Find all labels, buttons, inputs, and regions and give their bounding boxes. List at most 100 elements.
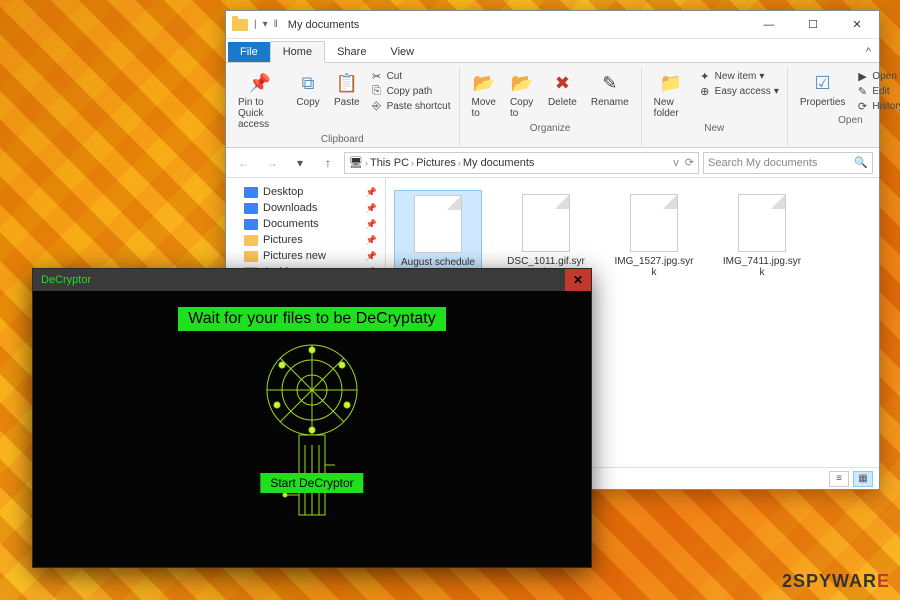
file-icon — [522, 194, 570, 252]
pin-icon: 📌 — [366, 187, 377, 198]
tab-file[interactable]: File — [228, 42, 270, 62]
cut-button[interactable]: ✂Cut — [370, 69, 451, 83]
crumb-current[interactable]: My documents — [463, 157, 535, 169]
view-icons-button[interactable]: ▦ — [853, 471, 873, 487]
open-icon: ▶ — [855, 69, 869, 83]
crumb-sep: › — [411, 158, 414, 168]
moveto-label: Move to — [472, 97, 496, 119]
history-icon: ⟳ — [855, 99, 869, 113]
new-item-button[interactable]: ✦New item ▾ — [698, 69, 779, 83]
folder-icon — [244, 203, 258, 214]
qat-dropdown-icon[interactable]: ▾ — [263, 19, 268, 30]
group-label-clipboard: Clipboard — [321, 134, 364, 145]
nav-up-button[interactable]: ↑ — [316, 151, 340, 175]
open-label: Open — [872, 71, 896, 82]
tree-label: Pictures — [263, 234, 303, 246]
tree-label: Documents — [263, 218, 319, 230]
props-label: Properties — [800, 97, 846, 108]
ribbon-group-open: ☑Properties ▶Open ▾ ✎Edit ⟳History Open — [788, 67, 900, 145]
tab-view[interactable]: View — [378, 42, 426, 62]
copypath-label: Copy path — [387, 86, 433, 97]
new-folder-button[interactable]: 📁New folder — [650, 69, 692, 121]
chevron-down-icon: ▾ — [759, 71, 764, 82]
folder-icon — [244, 251, 258, 262]
folder-icon — [232, 19, 248, 31]
maximize-button[interactable]: ☐ — [791, 11, 835, 39]
tree-item-downloads[interactable]: Downloads📌 — [230, 200, 381, 216]
group-label-organize: Organize — [530, 123, 571, 134]
open-button[interactable]: ▶Open ▾ — [855, 69, 900, 83]
decryptor-close-button[interactable]: ✕ — [565, 269, 591, 291]
search-input[interactable]: Search My documents 🔍 — [703, 152, 873, 174]
file-icon — [630, 194, 678, 252]
tree-item-pictures[interactable]: Pictures 📌 — [230, 232, 381, 248]
move-to-button[interactable]: 📂Move to — [468, 69, 500, 121]
file-item[interactable]: IMG_7411.jpg.syrk — [718, 190, 806, 284]
decryptor-title: DeCryptor — [41, 274, 91, 286]
nav-forward-button[interactable]: → — [260, 151, 284, 175]
newitem-label: New item — [715, 71, 757, 82]
breadcrumb[interactable]: 🖥› This PC› Pictures› My documents v ⟳ — [344, 152, 699, 174]
pasteshort-label: Paste shortcut — [387, 101, 451, 112]
rename-label: Rename — [591, 97, 629, 108]
copy-button[interactable]: ⧉Copy — [292, 69, 324, 110]
ribbon-group-clipboard: 📌Pin to Quick access ⧉Copy 📋Paste ✂Cut ⎘… — [226, 67, 460, 145]
rename-button[interactable]: ✎Rename — [587, 69, 633, 110]
pin-icon: 📌 — [366, 235, 377, 246]
file-icon — [738, 194, 786, 252]
paste-shortcut-button[interactable]: ⎆Paste shortcut — [370, 99, 451, 113]
file-item[interactable]: IMG_1527.jpg.syrk — [610, 190, 698, 284]
pin-icon: 📌 — [366, 251, 377, 262]
easy-access-button[interactable]: ⊕Easy access ▾ — [698, 84, 779, 98]
watermark-text2: E — [877, 571, 890, 591]
group-label-open: Open — [838, 115, 862, 126]
titlebar: | ▾ ‖ My documents — ☐ ✕ — [226, 11, 879, 39]
pin-icon: 📌 — [366, 203, 377, 214]
tab-home[interactable]: Home — [270, 41, 325, 63]
ribbon-collapse-icon[interactable]: ^ — [858, 42, 879, 62]
close-button[interactable]: ✕ — [835, 11, 879, 39]
crumb-thispc[interactable]: This PC — [370, 157, 409, 169]
tree-label: Pictures new — [263, 250, 326, 262]
cut-label: Cut — [387, 71, 403, 82]
folder-icon — [244, 187, 258, 198]
ribbon-tabs: File Home Share View ^ — [226, 39, 879, 63]
crumb-sep: › — [458, 158, 461, 168]
view-details-button[interactable]: ≡ — [829, 471, 849, 487]
copyto-label: Copy to — [510, 97, 534, 119]
delete-button[interactable]: ✖Delete — [544, 69, 581, 110]
qat-sep: ‖ — [274, 19, 278, 30]
history-button[interactable]: ⟳History — [855, 99, 900, 113]
decryptor-titlebar: DeCryptor ✕ — [33, 269, 591, 291]
pin-quick-access-button[interactable]: 📌Pin to Quick access — [234, 69, 286, 132]
tab-share[interactable]: Share — [325, 42, 378, 62]
tree-item-pictures-new[interactable]: Pictures new 📌 — [230, 248, 381, 264]
refresh-icon[interactable]: ⟳ — [685, 156, 694, 169]
edit-button[interactable]: ✎Edit — [855, 84, 900, 98]
edit-icon: ✎ — [855, 84, 869, 98]
tree-item-documents[interactable]: Documents 📌 — [230, 216, 381, 232]
group-label-new: New — [704, 123, 724, 134]
crumb-pictures[interactable]: Pictures — [416, 157, 456, 169]
properties-button[interactable]: ☑Properties — [796, 69, 850, 110]
easyaccess-icon: ⊕ — [698, 84, 712, 98]
chevron-down-icon: ▾ — [774, 86, 779, 97]
address-bar: ← → ▾ ↑ 🖥› This PC› Pictures› My documen… — [226, 148, 879, 178]
folder-icon — [244, 235, 258, 246]
minimize-button[interactable]: — — [747, 11, 791, 39]
tree-item-desktop[interactable]: Desktop📌 — [230, 184, 381, 200]
delete-label: Delete — [548, 97, 577, 108]
decryptor-window: DeCryptor ✕ Wait for your files to be De… — [32, 268, 592, 568]
paste-button[interactable]: 📋Paste — [330, 69, 364, 110]
pin-icon: 📌 — [366, 219, 377, 230]
ribbon-group-new: 📁New folder ✦New item ▾ ⊕Easy access ▾ N… — [642, 67, 788, 145]
nav-recent-button[interactable]: ▾ — [288, 151, 312, 175]
crumb-dropdown-icon[interactable]: v — [673, 157, 679, 169]
nav-back-button[interactable]: ← — [232, 151, 256, 175]
copy-path-button[interactable]: ⎘Copy path — [370, 84, 451, 98]
start-decryptor-button[interactable]: Start DeCryptor — [260, 473, 363, 493]
easyaccess-label: Easy access — [715, 86, 771, 97]
crumb-sep: › — [365, 158, 368, 168]
copy-to-button[interactable]: 📂Copy to — [506, 69, 538, 121]
newitem-icon: ✦ — [698, 69, 712, 83]
